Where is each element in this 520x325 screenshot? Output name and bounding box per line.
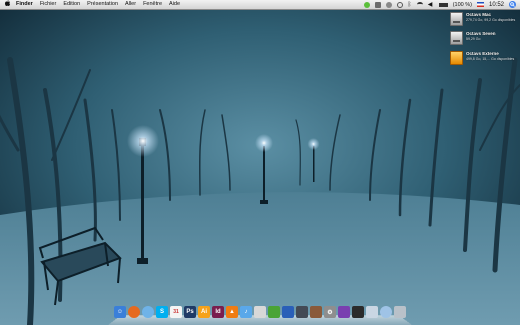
cloud-icon[interactable] [380,306,392,318]
drive-octavs-externe[interactable]: Octavs Externe 499,8 Go, 15,... Go dispo… [450,49,520,67]
vlc-icon[interactable]: ▲ [226,306,238,318]
menu-fenetre[interactable]: Fenêtre [143,0,162,9]
desktop-wallpaper [0,0,520,325]
skype-icon[interactable]: S [156,306,168,318]
volume-icon[interactable]: ◀ [428,2,434,8]
photo-icon[interactable] [310,306,322,318]
safari-icon[interactable] [142,306,154,318]
folder-icon[interactable] [366,306,378,318]
menu-aide[interactable]: Aide [169,0,180,9]
drive-info: 279,74 Go, 99,2 Go disponibles [466,18,516,22]
indesign-icon[interactable]: Id [212,306,224,318]
menu-fichier[interactable]: Fichier [40,0,57,9]
terminal-icon[interactable] [352,306,364,318]
clock[interactable]: 10:52 [489,2,504,8]
drive-name: Octavs Externe [466,51,499,56]
drive-info: 499,8 Go, 15,... Go disponibles [466,57,515,61]
preview-icon[interactable] [254,306,266,318]
firefox-icon[interactable] [128,306,140,318]
menu-extra-icon[interactable] [385,1,392,8]
wifi-icon[interactable] [416,2,423,7]
illustrator-icon[interactable]: Ai [198,306,210,318]
menu-finder[interactable]: Finder [16,0,33,9]
time-machine-icon[interactable] [396,1,403,8]
itunes-icon[interactable]: ♪ [240,306,252,318]
external-drive-icon [450,51,463,65]
drive-name: Octavs Mac [466,12,492,17]
desktop[interactable]: Octavs Mac 279,74 Go, 99,2 Go disponible… [0,0,520,325]
app-icon[interactable] [282,306,294,318]
drive-name: Octavs Seven [466,31,496,36]
app-icon[interactable] [338,306,350,318]
clover-icon[interactable] [363,1,370,8]
menu-extra-icon[interactable] [374,1,381,8]
finder-icon[interactable]: ☺ [114,306,126,318]
drive-info: 59,29 Go [466,37,481,41]
photoshop-icon[interactable]: Ps [184,306,196,318]
menu-edition[interactable]: Edition [63,0,80,9]
menu-bar: Finder Fichier Edition Présentation Alle… [0,0,520,10]
drive-octavs-seven[interactable]: Octavs Seven 59,29 Go [450,29,520,47]
menu-aller[interactable]: Aller [125,0,136,9]
menu-presentation[interactable]: Présentation [87,0,118,9]
battery-percentage: (100 %) [452,1,472,8]
calendar-icon[interactable]: 31 [170,306,182,318]
status-area: ᛒ ◀ (100 %) 10:52 [363,0,516,9]
drive-octavs-mac[interactable]: Octavs Mac 279,74 Go, 99,2 Go disponible… [450,10,520,28]
hard-drive-icon [450,12,463,26]
bluetooth-icon[interactable]: ᛒ [408,2,412,8]
frog-icon[interactable] [268,306,280,318]
app-icon[interactable] [296,306,308,318]
hard-drive-icon [450,31,463,45]
apple-icon[interactable] [5,0,11,9]
spotlight-search-icon[interactable] [509,1,516,8]
gear-icon[interactable]: ⚙ [324,306,336,318]
dock-items: ☺ S 31 Ps Ai Id ▲ ♪ ⚙ [114,306,406,318]
dock: ☺ S 31 Ps Ai Id ▲ ♪ ⚙ [108,304,412,325]
flag-icon[interactable] [476,2,484,7]
battery-icon[interactable] [438,2,448,7]
trash-icon[interactable] [394,306,406,318]
